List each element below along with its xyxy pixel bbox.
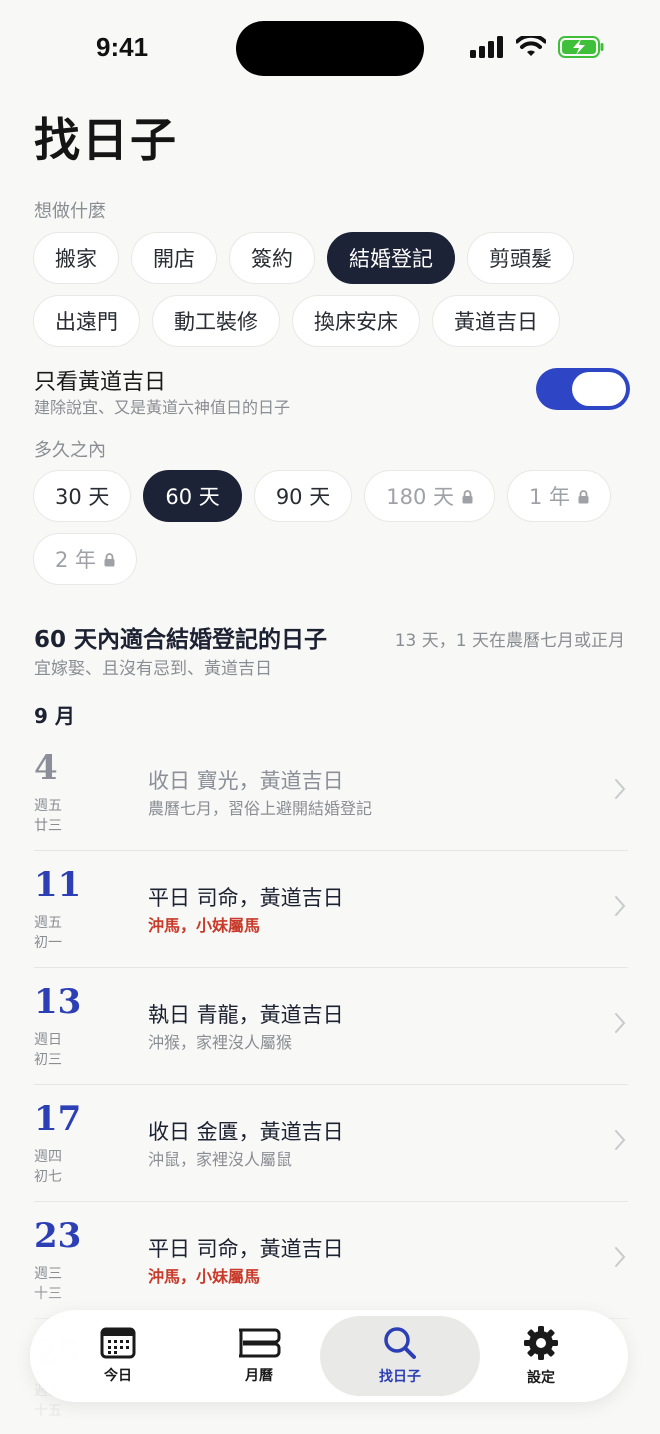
- day-row[interactable]: 17 週四 初七 收日 金匱，黃道吉日 沖鼠，家裡沒人屬鼠: [34, 1085, 628, 1202]
- chevron-right-icon: [615, 896, 626, 916]
- day-conflict-note: 沖馬，小妹屬馬: [148, 916, 261, 935]
- status-time: 9:41: [96, 32, 149, 62]
- tab-label: 月曆: [245, 1368, 273, 1384]
- purpose-chip-open-shop[interactable]: 開店: [131, 232, 217, 284]
- day-note: 沖猴，家裡沒人屬猴: [148, 1033, 293, 1052]
- range-chip-label: 30 天: [55, 485, 110, 509]
- range-chip-label: 2 年: [55, 548, 97, 572]
- day-lunar-date: 初三: [34, 1052, 62, 1068]
- day-number: 23: [34, 1216, 82, 1256]
- range-chip-2-years[interactable]: 2 年: [33, 533, 138, 585]
- purpose-label: 想做什麼: [34, 201, 106, 222]
- range-chip-row-2: 2 年: [33, 533, 138, 585]
- range-chip-label: 180 天: [386, 485, 454, 509]
- day-row[interactable]: 13 週日 初三 執日 青龍，黃道吉日 沖猴，家裡沒人屬猴: [34, 968, 628, 1085]
- day-row[interactable]: 4 週五 廿三 收日 寶光，黃道吉日 農曆七月，習俗上避開結婚登記: [34, 734, 628, 851]
- tab-today[interactable]: 今日: [38, 1316, 198, 1396]
- range-chip-90-days[interactable]: 90 天: [253, 470, 353, 522]
- purpose-chip-renovation[interactable]: 動工裝修: [152, 295, 280, 347]
- results-subtitle: 宜嫁娶、且沒有忌到、黃道吉日: [34, 659, 272, 679]
- day-number: 4: [34, 748, 58, 788]
- range-chip-60-days[interactable]: 60 天: [143, 470, 242, 522]
- purpose-chip-moving[interactable]: 搬家: [33, 232, 119, 284]
- range-chip-180-days[interactable]: 180 天: [364, 470, 495, 522]
- auspicious-only-description: 建除說宜、又是黃道六神值日的日子: [34, 398, 291, 417]
- results-count: 13 天，1 天在農曆七月或正月: [394, 631, 625, 651]
- lock-icon: [462, 490, 473, 504]
- lock-icon: [104, 553, 115, 567]
- range-chip-label: 60 天: [165, 485, 220, 509]
- day-weekday: 週五: [34, 915, 62, 931]
- purpose-chip-sign-contract[interactable]: 簽約: [229, 232, 315, 284]
- signal-icon: [470, 36, 503, 58]
- purpose-chip-travel[interactable]: 出遠門: [33, 295, 140, 347]
- month-calendar-icon: [239, 1328, 281, 1358]
- wifi-icon: [516, 36, 546, 56]
- status-icons: [470, 36, 604, 58]
- range-chip-row-1: 30 天 60 天 90 天 180 天 1 年: [33, 470, 612, 522]
- day-weekday: 週四: [34, 1149, 62, 1165]
- day-conflict-note: 沖馬，小妹屬馬: [148, 1267, 261, 1286]
- search-icon: [384, 1327, 416, 1359]
- tab-bar: 今日 月曆 找日子 設定: [30, 1310, 628, 1402]
- lock-icon: [578, 490, 589, 504]
- day-note: 沖鼠，家裡沒人屬鼠: [148, 1150, 293, 1169]
- day-lunar-date: 廿三: [34, 818, 62, 834]
- range-chip-30-days[interactable]: 30 天: [33, 470, 132, 522]
- day-row[interactable]: 11 週五 初一 平日 司命，黃道吉日 沖馬，小妹屬馬: [34, 851, 628, 968]
- day-number: 13: [34, 982, 82, 1022]
- day-summary: 執日 青龍，黃道吉日: [148, 1003, 344, 1027]
- battery-charging-icon: [558, 36, 604, 58]
- purpose-chip-row-2: 出遠門 動工裝修 換床安床 黃道吉日: [33, 295, 560, 347]
- tab-label: 找日子: [379, 1369, 421, 1385]
- purpose-chip-haircut[interactable]: 剪頭髮: [467, 232, 574, 284]
- day-number: 11: [34, 865, 82, 905]
- chevron-right-icon: [615, 779, 626, 799]
- day-weekday: 週三: [34, 1266, 62, 1282]
- day-note: 農曆七月，習俗上避開結婚登記: [148, 799, 373, 818]
- chevron-right-icon: [615, 1130, 626, 1150]
- purpose-chip-marriage-registration[interactable]: 結婚登記: [327, 232, 455, 284]
- day-number: 17: [34, 1099, 82, 1139]
- month-label: 9 月: [34, 704, 75, 728]
- toggle-knob: [572, 372, 626, 406]
- auspicious-only-toggle[interactable]: [536, 368, 630, 410]
- tab-settings[interactable]: 設定: [461, 1316, 621, 1396]
- day-summary: 平日 司命，黃道吉日: [148, 886, 344, 910]
- tab-label: 今日: [104, 1368, 132, 1384]
- dynamic-island: [236, 21, 424, 76]
- range-chip-label: 90 天: [275, 485, 331, 509]
- tab-label: 設定: [527, 1370, 555, 1386]
- status-bar: 9:41: [0, 0, 660, 96]
- purpose-chip-auspicious-day[interactable]: 黃道吉日: [432, 295, 560, 347]
- purpose-chip-row-1: 搬家 開店 簽約 結婚登記 剪頭髮: [33, 232, 574, 284]
- page-title: 找日子: [34, 113, 178, 167]
- day-lunar-date: 初一: [34, 935, 62, 951]
- range-chip-1-year[interactable]: 1 年: [506, 470, 612, 522]
- range-chip-label: 1 年: [528, 485, 571, 509]
- auspicious-only-label: 只看黃道吉日: [34, 370, 167, 395]
- tab-find-day[interactable]: 找日子: [320, 1316, 480, 1396]
- chevron-right-icon: [615, 1247, 626, 1267]
- calendar-grid-icon: [100, 1327, 136, 1359]
- day-summary: 平日 司命，黃道吉日: [148, 1237, 344, 1261]
- day-weekday: 週日: [34, 1032, 62, 1048]
- gear-icon: [524, 1326, 558, 1360]
- day-summary: 收日 寶光，黃道吉日: [148, 769, 344, 793]
- tab-month-calendar[interactable]: 月曆: [179, 1316, 339, 1396]
- purpose-chip-bed-install[interactable]: 換床安床: [292, 295, 420, 347]
- day-lunar-date: 初七: [34, 1169, 62, 1185]
- range-label: 多久之內: [34, 440, 106, 461]
- day-summary: 收日 金匱，黃道吉日: [148, 1120, 344, 1144]
- chevron-right-icon: [615, 1013, 626, 1033]
- results-title: 60 天內適合結婚登記的日子: [34, 627, 328, 653]
- day-weekday: 週五: [34, 798, 62, 814]
